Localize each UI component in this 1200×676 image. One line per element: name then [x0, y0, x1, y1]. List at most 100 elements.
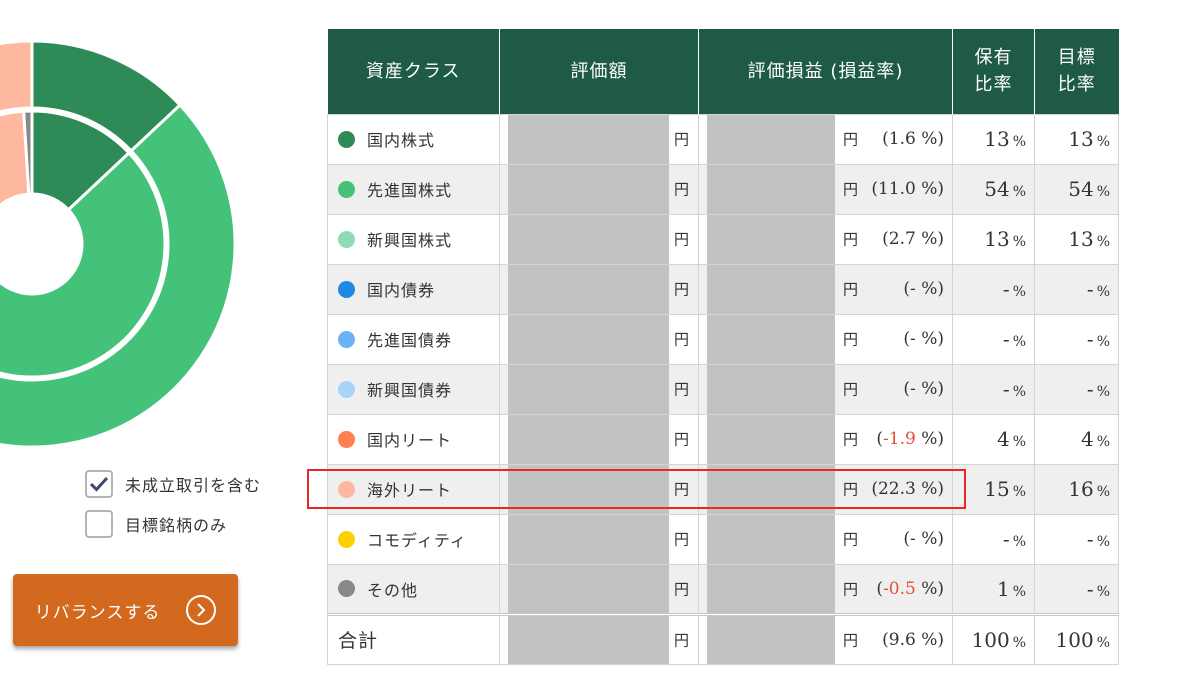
valuation-cell: 円 — [499, 113, 699, 165]
target-only-checkbox-row[interactable]: 目標銘柄のみ — [85, 509, 227, 539]
asset-class-cell: 新興国債券 — [327, 363, 500, 415]
profit-loss-rate: (9.6 %) — [882, 629, 944, 650]
header-target-ratio: 目標 比率 — [1034, 29, 1119, 114]
include-pending-checkbox-row[interactable]: 未成立取引を含む — [85, 469, 261, 499]
yen-unit: 円 — [673, 180, 689, 199]
allocation-donut-chart — [0, 39, 237, 449]
profit-loss-cell: 円 (1.6 %) — [698, 113, 953, 165]
target-ratio-cell: 100% — [1034, 612, 1119, 665]
masked-value — [508, 414, 669, 464]
holding-ratio-cell: 100% — [952, 612, 1035, 665]
target-ratio-cell: -% — [1034, 513, 1119, 565]
yen-unit: 円 — [673, 230, 689, 249]
target-only-checkbox[interactable] — [85, 510, 113, 538]
profit-loss-cell: 円 (9.6 %) — [698, 612, 953, 665]
profit-loss-cell: 円 (2.7 %) — [698, 213, 953, 265]
header-asset-class: 資産クラス — [327, 29, 500, 114]
header-holding-ratio: 保有 比率 — [952, 29, 1035, 114]
rebalance-button[interactable]: リバランスする — [13, 574, 238, 646]
target-ratio-cell: 13% — [1034, 213, 1119, 265]
masked-value — [707, 264, 835, 314]
yen-unit: 円 — [673, 330, 689, 349]
header-profit-loss: 評価損益 (損益率) — [698, 29, 953, 114]
yen-unit: 円 — [673, 130, 689, 149]
table-row: 先進国株式 円 円 (11.0 %) 54% 54% — [327, 163, 1119, 215]
masked-value — [707, 514, 835, 564]
valuation-cell: 円 — [499, 313, 699, 365]
profit-loss-rate: (-1.9 %) — [876, 429, 944, 449]
holding-ratio-cell: -% — [952, 513, 1035, 565]
table-row: 新興国株式 円 円 (2.7 %) 13% 13% — [327, 213, 1119, 265]
asset-class-name: コモディティ — [367, 531, 467, 550]
asset-class-cell: その他 — [327, 563, 500, 615]
target-ratio-cell: -% — [1034, 363, 1119, 415]
profit-loss-cell: 円 (- %) — [698, 363, 953, 415]
target-ratio-cell: 16% — [1034, 463, 1119, 515]
profit-loss-rate: (1.6 %) — [882, 129, 944, 149]
valuation-cell: 円 — [499, 163, 699, 215]
rebalance-button-label: リバランスする — [34, 602, 161, 623]
yen-unit: 円 — [843, 430, 859, 449]
holding-ratio-cell: -% — [952, 363, 1035, 415]
asset-class-cell: コモディティ — [327, 513, 500, 565]
yen-unit: 円 — [843, 480, 859, 499]
profit-loss-rate: (2.7 %) — [882, 229, 944, 249]
include-pending-checkbox[interactable] — [85, 470, 113, 498]
valuation-cell: 円 — [499, 463, 699, 515]
masked-value — [707, 364, 835, 414]
asset-class-table: 資産クラス 評価額 評価損益 (損益率) 保有 比率 目標 比率 国内株式 円 … — [327, 29, 1119, 665]
asset-class-cell: 新興国株式 — [327, 213, 500, 265]
valuation-cell: 円 — [499, 263, 699, 315]
holding-ratio-cell: 1% — [952, 563, 1035, 615]
color-dot-icon — [338, 180, 355, 198]
yen-unit: 円 — [673, 580, 689, 598]
asset-class-name: 新興国株式 — [367, 231, 453, 250]
yen-unit: 円 — [843, 330, 859, 349]
holding-ratio-cell: 13% — [952, 213, 1035, 265]
profit-loss-rate: (11.0 %) — [871, 179, 944, 199]
color-dot-icon — [338, 530, 355, 548]
yen-unit: 円 — [843, 230, 859, 249]
valuation-cell: 円 — [499, 563, 699, 615]
asset-class-name: 国内リート — [367, 431, 453, 450]
masked-value — [707, 615, 835, 664]
target-ratio-cell: 4% — [1034, 413, 1119, 465]
masked-value — [508, 615, 669, 664]
target-ratio-cell: 13% — [1034, 113, 1119, 165]
holding-ratio-cell: 13% — [952, 113, 1035, 165]
valuation-cell: 円 — [499, 513, 699, 565]
asset-class-cell: 海外リート — [327, 463, 500, 515]
masked-value — [707, 314, 835, 364]
profit-loss-rate: (- %) — [903, 529, 944, 549]
yen-unit: 円 — [673, 280, 689, 299]
yen-unit: 円 — [673, 480, 689, 499]
profit-loss-cell: 円 (-1.9 %) — [698, 413, 953, 465]
color-dot-icon — [338, 330, 355, 348]
table-header-row: 資産クラス 評価額 評価損益 (損益率) 保有 比率 目標 比率 — [327, 29, 1119, 114]
color-dot-icon — [338, 480, 355, 498]
yen-unit: 円 — [843, 380, 859, 399]
yen-unit: 円 — [843, 180, 859, 199]
yen-unit: 円 — [843, 580, 859, 598]
masked-value — [508, 264, 669, 314]
profit-loss-rate: (- %) — [903, 279, 944, 299]
masked-value — [508, 164, 669, 214]
profit-loss-rate: (- %) — [903, 329, 944, 349]
color-dot-icon — [338, 230, 355, 248]
asset-class-cell: 国内リート — [327, 413, 500, 465]
masked-value — [707, 414, 835, 464]
table-row: 先進国債券 円 円 (- %) -% -% — [327, 313, 1119, 365]
target-ratio-cell: -% — [1034, 313, 1119, 365]
asset-class-cell: 先進国株式 — [327, 163, 500, 215]
target-ratio-cell: 54% — [1034, 163, 1119, 215]
target-only-label: 目標銘柄のみ — [125, 516, 228, 535]
holding-ratio-cell: -% — [952, 313, 1035, 365]
table-row: 海外リート 円 円 (22.3 %) 15% 16% — [327, 463, 1119, 515]
color-dot-icon — [338, 430, 355, 448]
masked-value — [508, 464, 669, 514]
profit-loss-rate: (22.3 %) — [871, 479, 944, 499]
asset-class-name: その他 — [367, 580, 419, 600]
holding-ratio-cell: 54% — [952, 163, 1035, 215]
masked-value — [707, 564, 835, 613]
asset-class-name: 国内株式 — [367, 131, 436, 150]
